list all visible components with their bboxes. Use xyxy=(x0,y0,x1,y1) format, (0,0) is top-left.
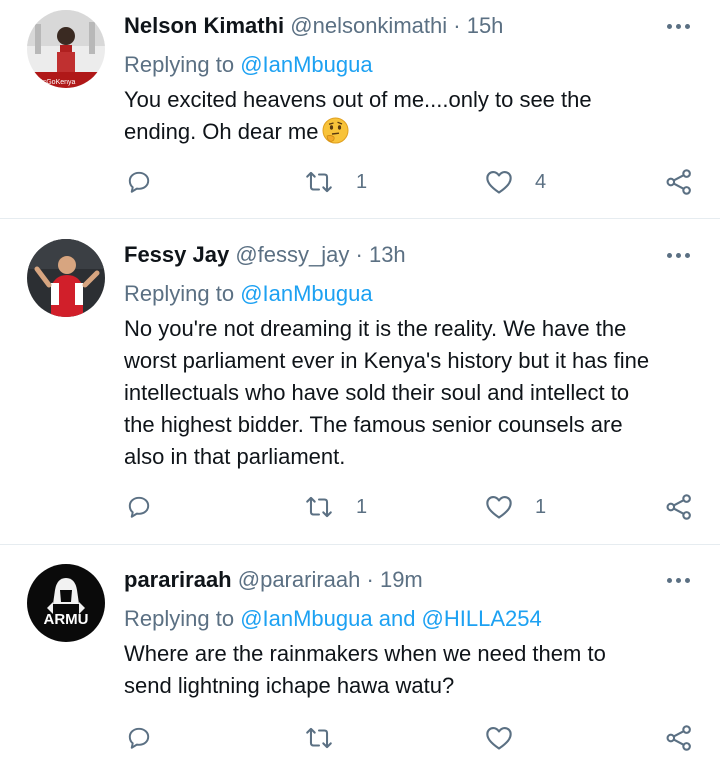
thinking-face-emoji-icon xyxy=(322,117,349,144)
separator-dot: · xyxy=(453,13,461,38)
replying-to: Replying to @IanMbugua xyxy=(124,50,373,80)
share-icon xyxy=(666,725,691,751)
avatar[interactable]: LetsGoKenya xyxy=(27,10,105,88)
timestamp[interactable]: 15h xyxy=(467,13,504,38)
avatar-caption: LetsGoKenya xyxy=(33,79,76,86)
text-line: No you're not dreaming it is the reality… xyxy=(124,316,627,341)
like-button[interactable]: 4 xyxy=(485,164,546,200)
share-button[interactable] xyxy=(665,489,693,525)
text-line: send lightning ichape hawa watu? xyxy=(124,673,455,698)
tweet-header: Nelson Kimathi @nelsonkimathi · 15h xyxy=(124,11,503,41)
retweet-icon xyxy=(306,496,332,518)
retweet-button[interactable]: 1 xyxy=(304,489,367,525)
share-icon xyxy=(666,494,691,520)
reply-icon xyxy=(128,727,150,749)
text-line: Where are the rainmakers when we need th… xyxy=(124,641,606,666)
replying-to: Replying to @IanMbugua and @HILLA254 xyxy=(124,604,542,634)
mention-link[interactable]: @IanMbugua xyxy=(240,281,372,306)
display-name[interactable]: Nelson Kimathi xyxy=(124,13,284,38)
text-line: intellectuals who have sold their soul a… xyxy=(124,380,630,405)
replying-to: Replying to @IanMbugua xyxy=(124,279,373,309)
text-line: also in that parliament. xyxy=(124,444,346,469)
share-icon xyxy=(666,169,691,195)
text-line: You excited heavens out of me....only to… xyxy=(124,87,592,112)
tweet-text: Where are the rainmakers when we need th… xyxy=(124,638,704,702)
tweet-header: Fessy Jay @fessy_jay · 13h xyxy=(124,240,406,270)
separator-dot: · xyxy=(366,567,374,592)
reply-icon xyxy=(128,496,150,518)
reply-button[interactable] xyxy=(126,164,174,200)
more-icon[interactable] xyxy=(664,245,694,265)
reply-button[interactable] xyxy=(126,489,174,525)
retweet-icon xyxy=(306,727,332,749)
replying-to-label: Replying to xyxy=(124,281,241,306)
retweet-count: 1 xyxy=(356,171,368,193)
display-name[interactable]: Fessy Jay xyxy=(124,242,229,267)
user-handle[interactable]: @nelsonkimathi xyxy=(290,13,447,38)
retweet-button[interactable]: 1 xyxy=(304,164,367,200)
action-bar xyxy=(0,720,720,756)
retweet-button[interactable] xyxy=(304,720,356,756)
user-handle[interactable]: @parariraah xyxy=(238,567,361,592)
action-bar: 1 4 xyxy=(0,164,720,200)
like-button[interactable] xyxy=(485,720,535,756)
retweet-count: 1 xyxy=(356,496,368,518)
tweet-text: No you're not dreaming it is the reality… xyxy=(124,313,704,473)
like-count: 4 xyxy=(535,171,547,193)
reply-icon xyxy=(128,171,150,193)
timestamp[interactable]: 13h xyxy=(369,242,406,267)
display-name[interactable]: parariraah xyxy=(124,567,232,592)
separator-dot: · xyxy=(355,242,363,267)
text-line: the highest bidder. The famous senior co… xyxy=(124,412,623,437)
user-handle[interactable]: @fessy_jay xyxy=(235,242,349,267)
tweet-text: You excited heavens out of me....only to… xyxy=(124,84,704,148)
like-button[interactable]: 1 xyxy=(485,489,546,525)
share-button[interactable] xyxy=(665,720,693,756)
timestamp[interactable]: 19m xyxy=(380,567,423,592)
tweet-3[interactable]: ARMU parariraah @parariraah · 19m Replyi… xyxy=(0,545,720,772)
avatar[interactable] xyxy=(27,239,105,317)
mention-link[interactable]: @IanMbugua xyxy=(240,52,372,77)
tweet-2[interactable]: Fessy Jay @fessy_jay · 13h Replying to @… xyxy=(0,219,720,544)
share-button[interactable] xyxy=(665,164,693,200)
like-icon xyxy=(486,496,512,519)
more-icon[interactable] xyxy=(664,570,694,590)
replying-to-label: Replying to xyxy=(124,606,241,631)
tweet-1[interactable]: LetsGoKenya Nelson Kimathi @nelsonkimath… xyxy=(0,0,720,218)
like-count: 1 xyxy=(535,496,547,518)
reply-button[interactable] xyxy=(126,720,174,756)
retweet-icon xyxy=(306,171,332,193)
more-icon[interactable] xyxy=(664,16,694,36)
tweet-header: parariraah @parariraah · 19m xyxy=(124,565,423,595)
text-line: ending. Oh dear me xyxy=(124,119,319,144)
action-bar: 1 1 xyxy=(0,489,720,525)
like-icon xyxy=(486,171,512,194)
like-icon xyxy=(486,727,512,750)
mention-link[interactable]: @IanMbugua and @HILLA254 xyxy=(240,606,542,631)
avatar-caption: ARMU xyxy=(44,611,89,628)
avatar[interactable]: ARMU xyxy=(27,564,105,642)
text-line: worst parliament ever in Kenya's history… xyxy=(124,348,650,373)
replying-to-label: Replying to xyxy=(124,52,241,77)
